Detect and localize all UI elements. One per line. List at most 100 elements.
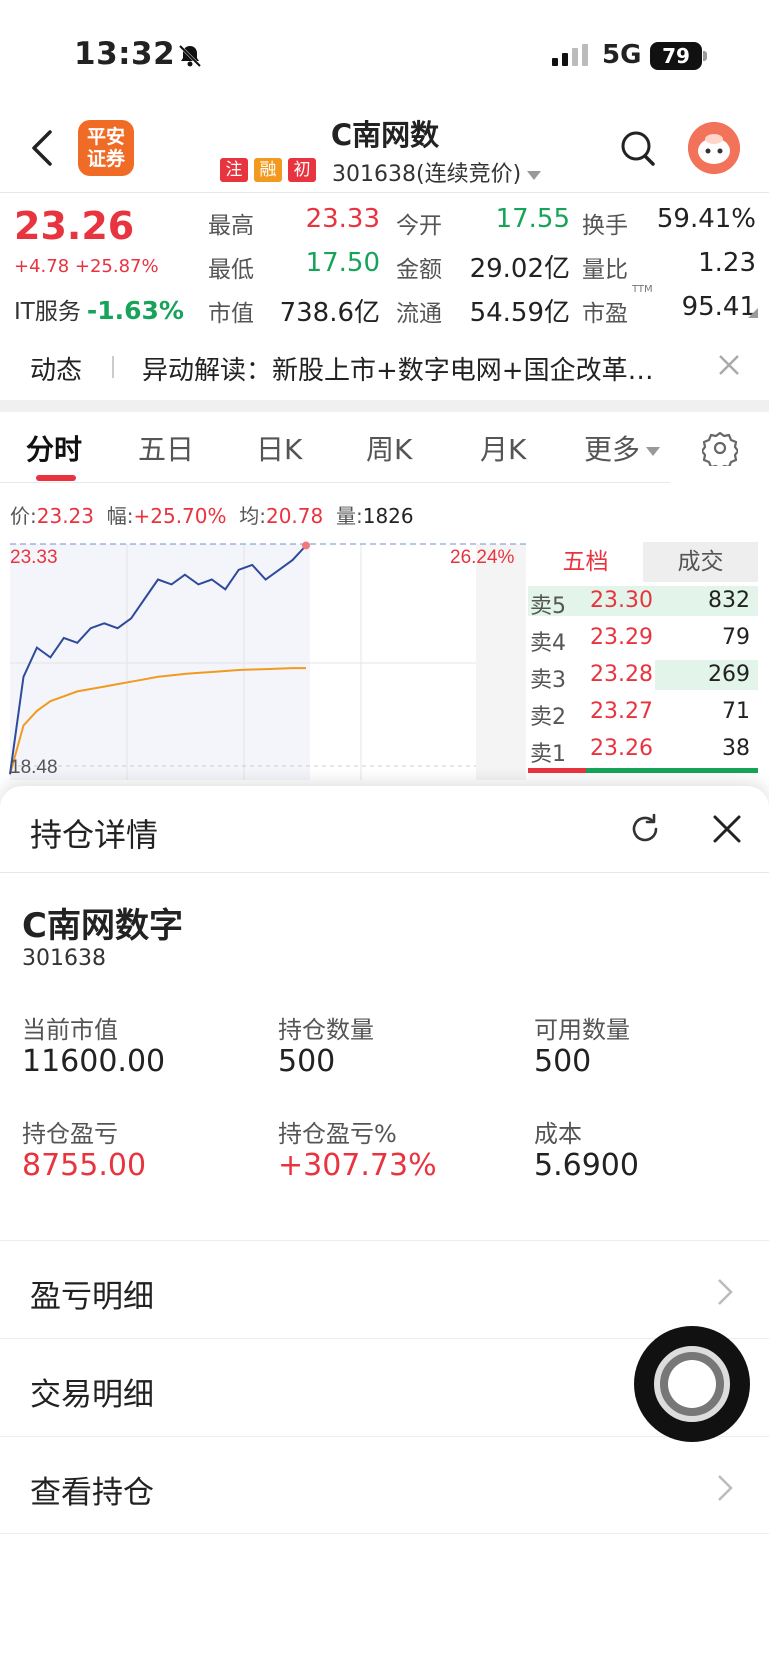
chart-info-line: 价:23.23 幅:+25.70% 均:20.78 量:1826 [10,500,414,529]
quote-value: 1.23 [698,248,756,278]
quote-label: 流通 [396,301,442,327]
order-qty: 832 [708,588,750,613]
menu-view-positions[interactable]: 查看持仓 [0,1436,769,1534]
field-label: 持仓盈亏% [278,1120,397,1148]
tab-five-day[interactable]: 五日 [138,428,194,468]
last-price-dot [302,541,310,550]
info-avg-label: 均: [239,504,266,528]
assistive-core [668,1360,716,1408]
signal-icon [552,44,588,66]
right-top-label: 26.24% [450,547,515,568]
field-pnl-percent: +307.73% [278,1148,437,1183]
back-arrow-icon[interactable] [28,128,58,168]
stock-code-status[interactable]: 301638(连续竞价) [332,156,542,188]
chevron-right-icon [718,1279,733,1305]
tab-intraday[interactable]: 分时 [26,428,82,468]
news-headline[interactable]: 异动解读：新股上市+数字电网+国企改革… [142,350,702,387]
search-icon[interactable] [618,128,658,168]
order-price: 23.28 [590,662,653,687]
sell-ratio-bar [528,768,586,773]
order-level-label: 卖3 [530,668,566,693]
stock-title: C南网数 [330,118,440,152]
field-label: 可用数量 [534,1016,630,1044]
tab-more[interactable]: 更多 [584,428,661,468]
dropdown-caret-icon [527,170,542,180]
tab-trades[interactable]: 成交 [643,542,758,582]
info-amp-label: 幅: [106,504,134,528]
battery-tip [703,51,707,61]
menu-label: 交易明细 [30,1377,154,1413]
refresh-icon[interactable] [628,812,662,846]
news-tag[interactable]: 动态 [30,350,82,387]
chevron-down-icon [646,446,661,456]
order-book-row: 卖1 23.26 38 [528,732,758,767]
chevron-right-icon [718,1475,733,1501]
tab-five-levels[interactable]: 五档 [528,542,643,582]
news-separator [112,356,114,378]
order-qty: 269 [708,662,750,687]
quote-label: 今开 [396,213,442,239]
position-stock-name: C南网数字 [22,906,183,946]
tab-monthly-k[interactable]: 月K [480,428,526,468]
field-pnl: 8755.00 [22,1148,147,1183]
order-book-row: 卖5 23.30 832 [528,584,758,619]
quote-value: 23.33 [305,204,380,234]
quote-value: 95.41 [681,292,756,322]
expand-corner-icon[interactable] [748,308,758,318]
network-type: 5G [602,40,642,70]
quote-label: 金额 [396,257,442,283]
quote-value: 54.59亿 [469,298,570,328]
sheet-grabber[interactable] [0,786,769,794]
quote-value: 29.02亿 [469,254,570,284]
order-price: 23.27 [590,699,653,724]
stock-tags: 注 融 初 [220,158,316,182]
order-price: 23.29 [590,625,653,650]
header-divider [0,192,769,193]
position-stock-code: 301638 [22,946,106,971]
quote-label: 换手 [582,213,628,239]
stock-code-text: 301638(连续竞价) [332,162,522,187]
close-icon[interactable] [712,814,742,844]
active-tab-indicator [36,475,76,481]
info-vol-label: 量: [335,504,363,528]
quote-label: 市盈 [582,301,628,327]
order-price: 23.30 [590,588,653,613]
price-change: +4.78 +25.87% [14,256,159,277]
field-market-value: 11600.00 [22,1044,166,1079]
assistant-avatar-icon[interactable] [688,122,740,174]
tab-daily-k[interactable]: 日K [256,428,302,468]
info-price-label: 价: [10,504,37,528]
intraday-chart[interactable]: 23.33 18.48 26.24% [0,530,528,790]
y-bottom-label: 18.48 [10,757,58,778]
order-book-row: 卖3 23.28 269 [528,658,758,693]
field-holding-qty: 500 [278,1044,336,1079]
order-qty: 71 [722,699,750,724]
buy-ratio-bar [586,768,758,773]
order-book-row: 卖2 23.27 71 [528,695,758,730]
sector-change[interactable]: IT服务 -1.63% [14,292,184,326]
order-price: 23.26 [590,736,653,761]
broker-logo: 平安证券 [78,120,134,176]
field-label: 持仓盈亏 [22,1120,118,1148]
sector-label: IT服务 [14,299,81,325]
quote-label: 市值 [208,301,254,327]
battery-icon: 79 [650,42,702,70]
gear-icon[interactable] [702,430,738,466]
field-label: 持仓数量 [278,1016,374,1044]
close-icon[interactable] [716,352,742,378]
sheet-header-divider [0,872,769,873]
info-amp: +25.70% [133,504,227,528]
section-gap [0,400,769,412]
quote-label: 最低 [208,257,254,283]
order-book-tabs: 五档 成交 [528,542,758,582]
tag-margin: 融 [254,158,282,182]
tag-new: 初 [288,158,316,182]
tab-weekly-k[interactable]: 周K [366,428,412,468]
field-available-qty: 500 [534,1044,592,1079]
info-price: 23.23 [36,504,95,528]
quote-label: 最高 [208,213,254,239]
order-level-label: 卖5 [530,594,566,619]
assistive-touch-button[interactable] [634,1326,750,1442]
quote-value: 738.6亿 [279,298,380,328]
menu-pnl-detail[interactable]: 盈亏明细 [0,1240,769,1338]
